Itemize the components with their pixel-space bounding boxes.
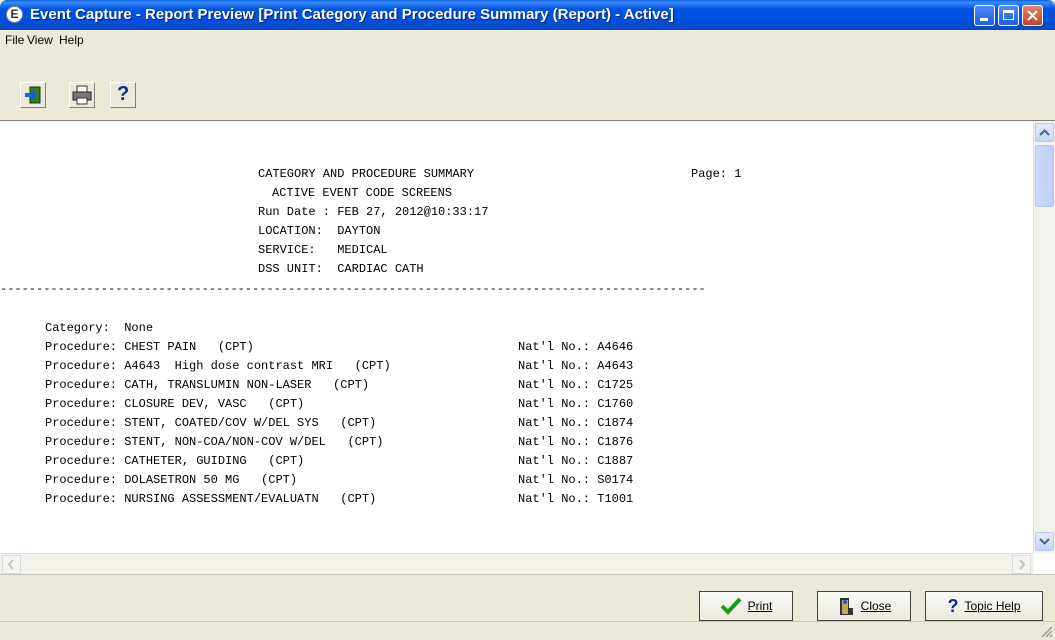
minimize-icon (980, 18, 988, 21)
print-button-label: Print (747, 599, 773, 613)
report-content: CATEGORY AND PROCEDURE SUMMARY Page: 1 A… (0, 121, 1034, 553)
scroll-down-button[interactable] (1035, 532, 1054, 551)
report-title: CATEGORY AND PROCEDURE SUMMARY (258, 167, 475, 181)
procedure-name: Procedure: CATH, TRANSLUMIN NON-LASER (C… (45, 378, 370, 392)
toolbar-print-button[interactable] (69, 82, 95, 108)
window-title: Event Capture - Report Preview [Print Ca… (30, 6, 674, 23)
topic-help-button[interactable]: ? Topic Help (925, 591, 1043, 621)
door-exit-icon (839, 598, 853, 615)
scroll-up-button[interactable] (1035, 123, 1054, 142)
topic-help-button-label: Topic Help (964, 599, 1021, 613)
close-icon (1027, 10, 1038, 21)
procedure-name: Procedure: CATHETER, GUIDING (CPT) (45, 454, 305, 468)
scroll-left-icon (7, 559, 14, 570)
menu-file[interactable]: File (5, 33, 24, 47)
maximize-icon (1003, 10, 1014, 20)
procedure-name: Procedure: CLOSURE DEV, VASC (CPT) (45, 397, 305, 411)
minimize-button[interactable] (974, 5, 995, 26)
print-icon (72, 85, 92, 105)
menu-bar: File View Help (0, 30, 1055, 50)
horizontal-scrollbar[interactable] (0, 553, 1034, 576)
close-button[interactable]: Close (817, 591, 911, 621)
checkmark-icon (720, 597, 742, 615)
report-page-number: Page: 1 (691, 167, 742, 181)
report-preview[interactable]: CATEGORY AND PROCEDURE SUMMARY Page: 1 A… (0, 120, 1055, 576)
button-bar: Print Close ? Topic Help (0, 574, 1055, 622)
vertical-scrollbar[interactable] (1033, 121, 1055, 553)
print-button[interactable]: Print (699, 591, 793, 621)
report-divider: ----------------------------------------… (0, 282, 706, 296)
help-question-icon: ? (117, 83, 130, 105)
procedure-nat-no: Nat'l No.: T1001 (518, 492, 634, 506)
exit-icon (25, 86, 41, 104)
report-service: SERVICE: MEDICAL (258, 243, 388, 257)
procedure-name: Procedure: STENT, NON-COA/NON-COV W/DEL … (45, 435, 384, 449)
procedure-nat-no: Nat'l No.: C1725 (518, 378, 634, 392)
scroll-up-icon (1039, 129, 1050, 136)
exit-button[interactable] (20, 82, 46, 108)
procedure-name: Procedure: A4643 High dose contrast MRI … (45, 359, 391, 373)
menu-help[interactable]: Help (59, 33, 84, 47)
procedure-name: Procedure: STENT, COATED/COV W/DEL SYS (… (45, 416, 377, 430)
scroll-right-button[interactable] (1012, 555, 1031, 574)
help-question-icon: ? (947, 595, 959, 616)
procedure-nat-no: Nat'l No.: C1887 (518, 454, 634, 468)
report-location: LOCATION: DAYTON (258, 224, 381, 238)
toolbar-help-button[interactable]: ? (110, 82, 136, 108)
procedure-name: Procedure: DOLASETRON 50 MG (CPT) (45, 473, 298, 487)
vertical-scroll-thumb[interactable] (1035, 145, 1054, 207)
procedure-nat-no: Nat'l No.: C1876 (518, 435, 634, 449)
procedure-name: Procedure: NURSING ASSESSMENT/EVALUATN (… (45, 492, 377, 506)
menu-view[interactable]: View (27, 33, 53, 47)
report-dss-unit: DSS UNIT: CARDIAC CATH (258, 262, 424, 276)
procedure-nat-no: Nat'l No.: C1874 (518, 416, 634, 430)
toolbar: ? (0, 50, 1055, 120)
report-run-date: Run Date : FEB 27, 2012@10:33:17 (258, 205, 489, 219)
scroll-left-button[interactable] (2, 555, 21, 574)
app-icon: E (6, 6, 23, 23)
scroll-down-icon (1039, 538, 1050, 545)
procedure-nat-no: Nat'l No.: S0174 (518, 473, 634, 487)
status-bar (0, 621, 1055, 640)
close-button-label: Close (860, 599, 892, 613)
scroll-right-icon (1019, 559, 1026, 570)
report-subtitle: ACTIVE EVENT CODE SCREENS (272, 186, 453, 200)
title-bar[interactable]: E Event Capture - Report Preview [Print … (0, 0, 1055, 30)
report-category: Category: None (45, 321, 154, 335)
procedure-nat-no: Nat'l No.: A4646 (518, 340, 634, 354)
maximize-button[interactable] (998, 5, 1019, 26)
procedure-nat-no: Nat'l No.: A4643 (518, 359, 634, 373)
close-window-button[interactable] (1022, 5, 1043, 26)
resize-grip-icon[interactable] (1039, 624, 1053, 638)
procedure-name: Procedure: CHEST PAIN (CPT) (45, 340, 254, 354)
procedure-nat-no: Nat'l No.: C1760 (518, 397, 634, 411)
